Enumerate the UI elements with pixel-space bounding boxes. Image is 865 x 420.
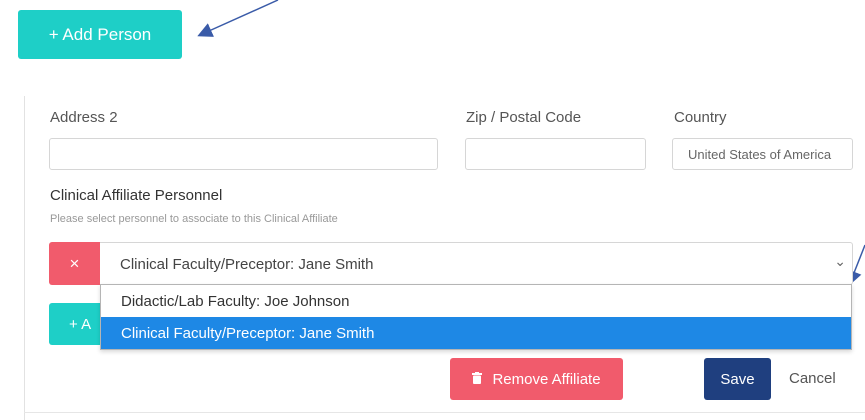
- option-label: Didactic/Lab Faculty: Joe Johnson: [121, 292, 350, 310]
- add-personnel-label: + A: [69, 315, 92, 333]
- panel-left-border: [24, 96, 25, 420]
- remove-personnel-button[interactable]: ×: [49, 242, 100, 285]
- add-person-label: + Add Person: [48, 24, 152, 44]
- panel-bottom-border: [24, 412, 865, 413]
- zip-label: Zip / Postal Code: [466, 109, 582, 126]
- close-icon: ×: [69, 253, 80, 273]
- country-select[interactable]: United States of America: [672, 138, 853, 170]
- dropdown-option-joe-johnson[interactable]: Didactic/Lab Faculty: Joe Johnson: [101, 285, 851, 317]
- personnel-selected-value: Clinical Faculty/Preceptor: Jane Smith: [120, 256, 374, 273]
- remove-affiliate-label: Remove Affiliate: [492, 370, 601, 388]
- remove-affiliate-button[interactable]: Remove Affiliate: [450, 358, 623, 400]
- personnel-select[interactable]: Clinical Faculty/Preceptor: Jane Smith ⌄: [100, 242, 853, 285]
- chevron-down-icon: ⌄: [834, 253, 846, 269]
- option-label: Clinical Faculty/Preceptor: Jane Smith: [121, 324, 375, 342]
- address2-label: Address 2: [50, 109, 118, 126]
- arrow-to-add-person: [197, 0, 279, 37]
- trash-icon: [472, 371, 483, 388]
- zip-input[interactable]: [465, 138, 646, 170]
- personnel-heading: Clinical Affiliate Personnel: [50, 187, 223, 204]
- add-person-button[interactable]: + Add Person: [18, 10, 182, 59]
- save-button[interactable]: Save: [704, 358, 771, 400]
- personnel-hint: Please select personnel to associate to …: [50, 213, 338, 225]
- annotation-arrows: [197, 0, 865, 286]
- country-label: Country: [674, 109, 727, 126]
- dropdown-option-jane-smith[interactable]: Clinical Faculty/Preceptor: Jane Smith: [101, 317, 851, 349]
- cancel-link[interactable]: Cancel: [789, 370, 836, 387]
- address2-input[interactable]: [49, 138, 438, 170]
- save-label: Save: [720, 370, 755, 388]
- personnel-dropdown: Didactic/Lab Faculty: Joe Johnson Clinic…: [100, 284, 852, 350]
- country-value: United States of America: [688, 147, 832, 162]
